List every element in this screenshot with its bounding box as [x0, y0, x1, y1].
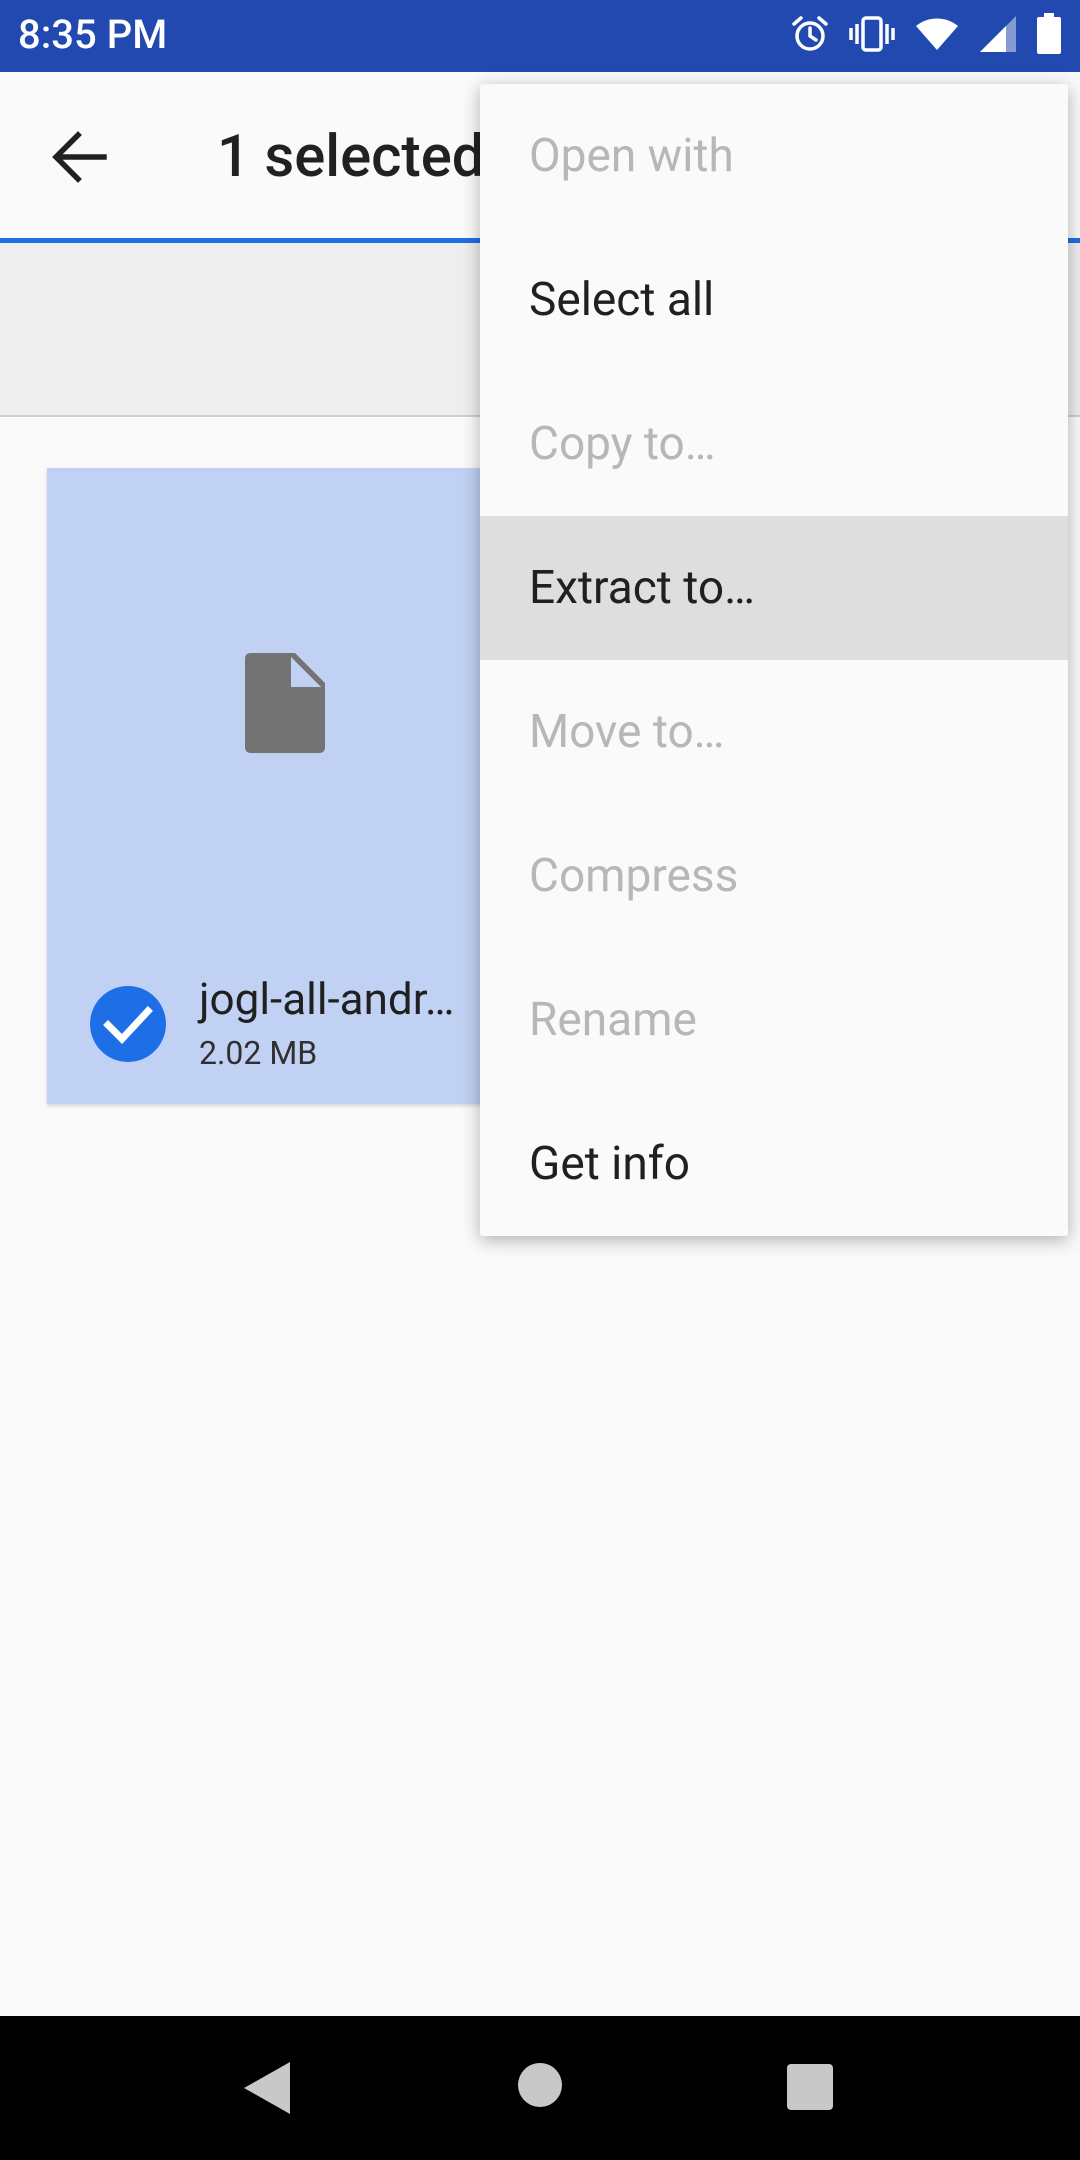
file-icon	[245, 653, 325, 753]
menu-item-extract-to[interactable]: Extract to…	[480, 516, 1068, 660]
file-size: 2.02 MB	[199, 1034, 318, 1072]
back-button[interactable]	[44, 122, 114, 192]
status-bar: 8:35 PM	[0, 0, 1080, 72]
menu-item-select-all[interactable]: Select all	[480, 228, 1068, 372]
file-item[interactable]: jogl-all-andr… 2.02 MB	[47, 468, 527, 1104]
nav-recents-icon[interactable]	[787, 2064, 833, 2110]
menu-item-rename[interactable]: Rename	[480, 948, 1068, 1092]
menu-item-open-with[interactable]: Open with	[480, 84, 1068, 228]
nav-home-icon[interactable]	[518, 2063, 562, 2107]
battery-icon	[1036, 13, 1062, 59]
selected-check-icon[interactable]	[90, 986, 166, 1062]
arrow-back-icon	[52, 131, 107, 183]
menu-item-move-to[interactable]: Move to…	[480, 660, 1068, 804]
status-icons	[790, 12, 1062, 60]
page-title: 1 selected	[217, 123, 485, 191]
menu-item-copy-to[interactable]: Copy to…	[480, 372, 1068, 516]
menu-item-get-info[interactable]: Get info	[480, 1092, 1068, 1236]
wifi-icon	[914, 14, 960, 58]
vibrate-icon	[848, 14, 896, 58]
status-time: 8:35 PM	[18, 11, 168, 58]
menu-item-compress[interactable]: Compress	[480, 804, 1068, 948]
system-nav-bar	[0, 2016, 1080, 2160]
file-name: jogl-all-andr…	[199, 973, 455, 1025]
cellular-signal-icon	[978, 14, 1018, 58]
nav-back-icon[interactable]	[242, 2060, 292, 2116]
alarm-icon	[790, 14, 830, 58]
overflow-menu: Open with Select all Copy to… Extract to…	[480, 84, 1068, 1236]
